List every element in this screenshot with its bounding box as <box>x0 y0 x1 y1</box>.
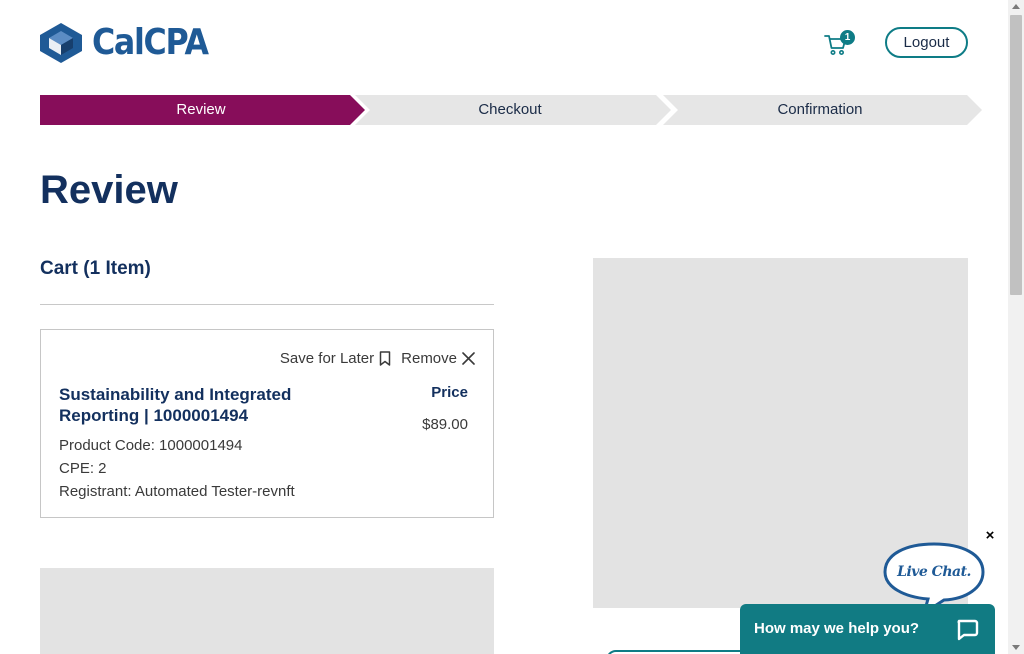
save-for-later-label: Save for Later <box>279 350 375 367</box>
step-review[interactable]: Review <box>40 95 362 125</box>
checkout-button-partial[interactable] <box>606 650 756 654</box>
price-label: Price <box>431 384 468 401</box>
calcpa-logo[interactable]: CalCPA <box>40 22 223 63</box>
chat-launcher-bar[interactable]: How may we help you? <box>740 604 995 654</box>
logout-button[interactable]: Logout <box>885 27 968 58</box>
cart-heading: Cart (1 Item) <box>40 258 151 279</box>
cpe-credits: CPE: 2 <box>59 460 107 477</box>
close-icon <box>462 352 475 365</box>
scrollbar-thumb[interactable] <box>1010 15 1022 295</box>
cart-item: Save for Later Remove Sustainability and… <box>40 329 494 518</box>
cart-button[interactable]: 1 <box>822 30 858 58</box>
save-for-later-button[interactable]: Save for Later <box>280 350 391 367</box>
scroll-up-arrow-icon[interactable] <box>1012 4 1020 9</box>
cart-divider <box>40 304 494 305</box>
cart-item-actions: Save for Later Remove <box>280 350 475 367</box>
page-title: Review <box>40 168 178 212</box>
product-code: Product Code: 1000001494 <box>59 437 243 454</box>
brand-name: CalCPA <box>92 22 209 63</box>
chat-bubble-icon <box>957 619 979 641</box>
content-placeholder <box>40 568 494 654</box>
step-checkout[interactable]: Checkout <box>355 95 665 125</box>
scroll-down-arrow-icon[interactable] <box>1012 645 1020 650</box>
step-confirmation[interactable]: Confirmation <box>665 95 975 125</box>
remove-label: Remove <box>401 350 457 367</box>
registrant: Registrant: Automated Tester-revnft <box>59 483 295 500</box>
bookmark-icon <box>379 351 391 366</box>
checkout-progress-steps: Review Checkout Confirmation <box>40 95 982 125</box>
chat-prompt: How may we help you? <box>754 620 920 637</box>
calcpa-logo-mark-icon <box>40 22 82 63</box>
page-scrollbar[interactable] <box>1008 0 1024 654</box>
cart-item-title[interactable]: Sustainability and Integrated Reporting … <box>59 384 339 426</box>
remove-button[interactable]: Remove <box>401 350 475 367</box>
live-chat-label: Live Chat. <box>897 564 971 580</box>
price-value: $89.00 <box>422 416 468 433</box>
cart-count-badge: 1 <box>840 30 855 45</box>
